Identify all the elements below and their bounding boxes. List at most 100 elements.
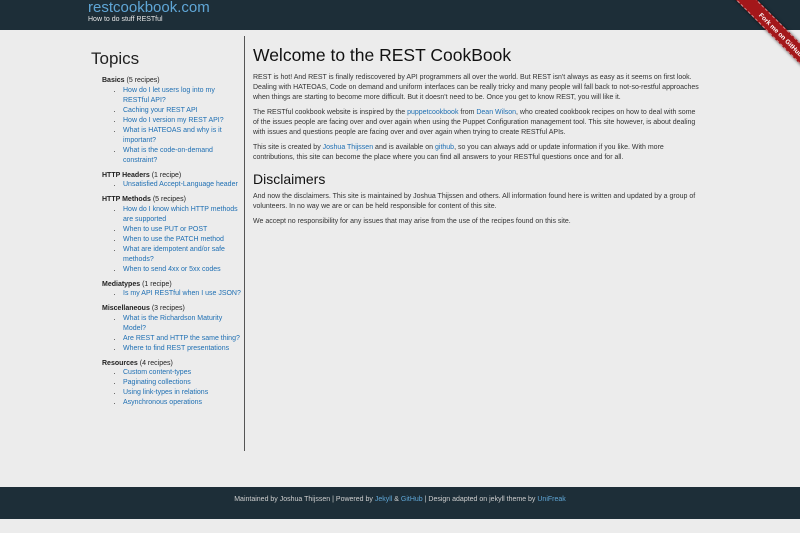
github-footer-link[interactable]: GitHub	[401, 496, 423, 503]
recipe-link[interactable]: Paginating collections	[123, 379, 191, 386]
footer-text: &	[392, 496, 401, 503]
category-block: Miscellaneous (3 recipes)What is the Ric…	[102, 304, 241, 354]
recipe-list-item: Asynchronous operations	[123, 398, 241, 408]
category-name: HTTP Methods	[102, 196, 151, 203]
category-block: HTTP Headers (1 recipe)Unsatisfied Accep…	[102, 171, 241, 191]
footer-text: | Design adapted on jekyll theme by	[422, 496, 538, 503]
fork-on-github-ribbon[interactable]: Fork me on GitHub	[722, 0, 800, 90]
category-heading: HTTP Methods (5 recipes)	[102, 195, 241, 205]
category-block: Basics (5 recipes)How do I let users log…	[102, 76, 241, 166]
category-heading: HTTP Headers (1 recipe)	[102, 171, 241, 181]
recipe-list: What is the Richardson Maturity Model? Ar…	[123, 314, 241, 354]
recipe-link[interactable]: When to send 4xx or 5xx codes	[123, 266, 221, 273]
site-header: restcookbook.com How to do stuff RESTful	[0, 0, 800, 30]
recipe-list-item: When to send 4xx or 5xx codes	[123, 265, 241, 275]
footer-text: Maintained by Joshua Thijssen | Powered …	[234, 496, 375, 503]
recipe-list-item: What is the Richardson Maturity Model?	[123, 314, 241, 334]
column-divider	[244, 36, 245, 451]
recipe-link[interactable]: What is HATEOAS and why is it important?	[123, 127, 222, 144]
recipe-list-item: How do I version my REST API?	[123, 116, 241, 126]
recipe-list-item: When to use the PATCH method	[123, 235, 241, 245]
category-list: Basics (5 recipes)How do I let users log…	[91, 76, 241, 408]
recipe-list-item: Unsatisfied Accept-Language header	[123, 180, 241, 190]
recipe-list-item: Is my API RESTful when I use JSON?	[123, 289, 241, 299]
recipe-list-item: When to use PUT or POST	[123, 225, 241, 235]
category-heading: Mediatypes (1 recipe)	[102, 280, 241, 290]
puppetcookbook-link[interactable]: puppetcookbook	[407, 109, 458, 116]
category-count: (1 recipe)	[142, 280, 172, 288]
recipe-link[interactable]: Where to find REST presentations	[123, 345, 229, 352]
category-name: Mediatypes	[102, 280, 141, 288]
recipe-link[interactable]: How do I version my REST API?	[123, 117, 224, 124]
disclaimers-heading: Disclaimers	[253, 171, 326, 187]
category-name: Basics	[102, 77, 125, 84]
recipe-list-item: How do I know which HTTP methods are sup…	[123, 205, 241, 225]
main-content: Welcome to the REST CookBook REST is hot…	[253, 45, 701, 232]
recipe-link[interactable]: Custom content-types	[123, 369, 191, 376]
category-heading: Basics (5 recipes)	[102, 76, 241, 86]
category-count: (1 recipe)	[151, 171, 182, 179]
paragraph-text: The RESTful cookbook website is inspired…	[253, 109, 408, 116]
paragraph-text: This site is created by	[253, 144, 323, 151]
recipe-list-item: What are idempotent and/or safe methods?	[123, 245, 241, 265]
paragraph-text: from	[458, 109, 477, 116]
recipe-list-item: Caching your REST API	[123, 106, 241, 116]
disclaimer-paragraph-1: And now the disclaimers. This site is ma…	[253, 193, 696, 210]
recipe-list-item: What is the code-on-demand constraint?	[123, 146, 241, 166]
recipe-link[interactable]: Caching your REST API	[123, 107, 198, 114]
recipe-link[interactable]: What is the code-on-demand constraint?	[123, 147, 213, 164]
recipe-list-item: Where to find REST presentations	[123, 344, 241, 354]
creator-paragraph: This site is created by Joshua Thijssen …	[253, 143, 701, 163]
jekyll-link[interactable]: Jekyll	[375, 496, 393, 503]
recipe-link[interactable]: When to use the PATCH method	[123, 236, 224, 243]
recipe-list: Custom content-types Paginating collectio…	[123, 368, 241, 408]
category-name: HTTP Headers	[102, 171, 150, 179]
recipe-link[interactable]: Is my API RESTful when I use JSON?	[123, 290, 241, 297]
recipe-link[interactable]: Using link-types in relations	[123, 389, 208, 396]
page-title: Welcome to the REST CookBook	[253, 45, 512, 65]
recipe-list-item: Are REST and HTTP the same thing?	[123, 334, 241, 344]
category-block: Mediatypes (1 recipe)Is my API RESTful w…	[102, 280, 241, 300]
intro-paragraph: REST is hot! And REST is finally redisco…	[253, 74, 699, 101]
recipe-list-item: What is HATEOAS and why is it important?	[123, 126, 241, 146]
joshua-thijssen-link[interactable]: Joshua Thijssen	[323, 144, 373, 151]
category-name: Resources	[102, 359, 138, 367]
fork-ribbon: Fork me on GitHub	[710, 0, 800, 90]
recipe-list-item: Using link-types in relations	[123, 388, 241, 398]
category-count: (3 recipes)	[151, 305, 185, 312]
recipe-link[interactable]: Are REST and HTTP the same thing?	[123, 335, 240, 342]
category-block: HTTP Methods (5 recipes)How do I know wh…	[102, 195, 241, 275]
sidebar-title: Topics	[91, 49, 140, 68]
recipe-list-item: How do I let users log into my RESTful A…	[123, 86, 241, 106]
recipe-link[interactable]: How do I let users log into my RESTful A…	[123, 87, 215, 104]
recipe-list: Unsatisfied Accept-Language header	[123, 180, 241, 190]
page-bottom	[0, 519, 800, 533]
site-title-link[interactable]: restcookbook.com	[88, 0, 210, 16]
category-block: Resources (4 recipes)Custom content-type…	[102, 359, 241, 409]
github-link[interactable]: github	[435, 144, 454, 151]
recipe-list-item: Custom content-types	[123, 368, 241, 378]
category-count: (5 recipes)	[126, 77, 160, 84]
topics-sidebar: Topics Basics (5 recipes)How do I let us…	[91, 49, 241, 413]
recipe-link[interactable]: Asynchronous operations	[123, 399, 202, 406]
disclaimer-paragraph-2: We accept no responsibility for any issu…	[253, 218, 571, 225]
recipe-link[interactable]: How do I know which HTTP methods are sup…	[123, 206, 238, 223]
recipe-list-item: Paginating collections	[123, 378, 241, 388]
recipe-link[interactable]: What are idempotent and/or safe methods?	[123, 246, 225, 263]
recipe-link[interactable]: When to use PUT or POST	[123, 226, 207, 233]
unifreak-link[interactable]: UniFreak	[537, 496, 565, 503]
recipe-link[interactable]: Unsatisfied Accept-Language header	[123, 181, 238, 188]
inspiration-paragraph: The RESTful cookbook website is inspired…	[253, 108, 701, 138]
site-footer: Maintained by Joshua Thijssen | Powered …	[0, 487, 800, 519]
recipe-link[interactable]: What is the Richardson Maturity Model?	[123, 315, 222, 332]
recipe-list: Is my API RESTful when I use JSON?	[123, 289, 241, 299]
category-heading: Resources (4 recipes)	[102, 359, 241, 369]
recipe-list: How do I know which HTTP methods are sup…	[123, 205, 241, 275]
category-count: (5 recipes)	[152, 196, 186, 203]
category-heading: Miscellaneous (3 recipes)	[102, 304, 241, 314]
site-tagline: How to do stuff RESTful	[88, 16, 163, 23]
dean-wilson-link[interactable]: Dean Wilson	[476, 109, 516, 116]
paragraph-text: and is available on	[373, 144, 435, 151]
category-name: Miscellaneous	[102, 305, 150, 312]
recipe-list: How do I let users log into my RESTful A…	[123, 86, 241, 166]
